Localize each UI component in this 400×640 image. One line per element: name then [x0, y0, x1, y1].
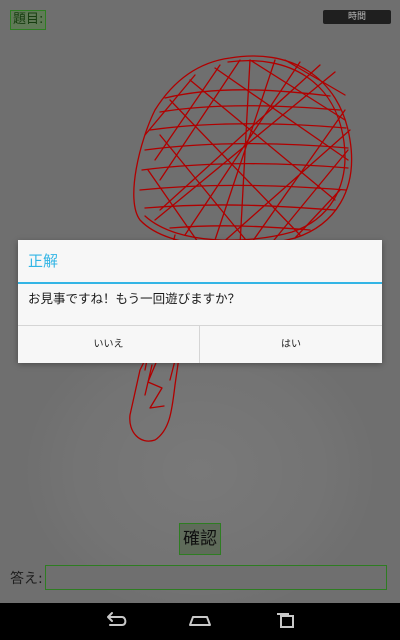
racket-handle: [144, 357, 165, 409]
dialog-button-bar: いいえ はい: [18, 325, 382, 363]
confirm-button[interactable]: 確認: [179, 523, 221, 555]
answer-input[interactable]: [45, 565, 387, 590]
answer-label: 答え:: [10, 571, 43, 587]
dialog-message: お見事ですね！もう一回遊びますか？: [28, 291, 241, 306]
topic-label: 題目:: [10, 10, 47, 30]
dialog-title: 正解: [28, 252, 59, 270]
system-navigation-bar: [0, 603, 400, 640]
back-icon[interactable]: [100, 611, 130, 631]
dialog-title-divider: [18, 282, 382, 284]
home-icon[interactable]: [185, 611, 215, 631]
time-button[interactable]: 時間: [323, 10, 391, 24]
no-button[interactable]: いいえ: [18, 326, 200, 363]
correct-answer-dialog: 正解 お見事ですね！もう一回遊びますか？ いいえ はい: [18, 240, 382, 363]
recent-apps-icon[interactable]: [270, 611, 300, 631]
yes-button[interactable]: はい: [200, 326, 382, 363]
